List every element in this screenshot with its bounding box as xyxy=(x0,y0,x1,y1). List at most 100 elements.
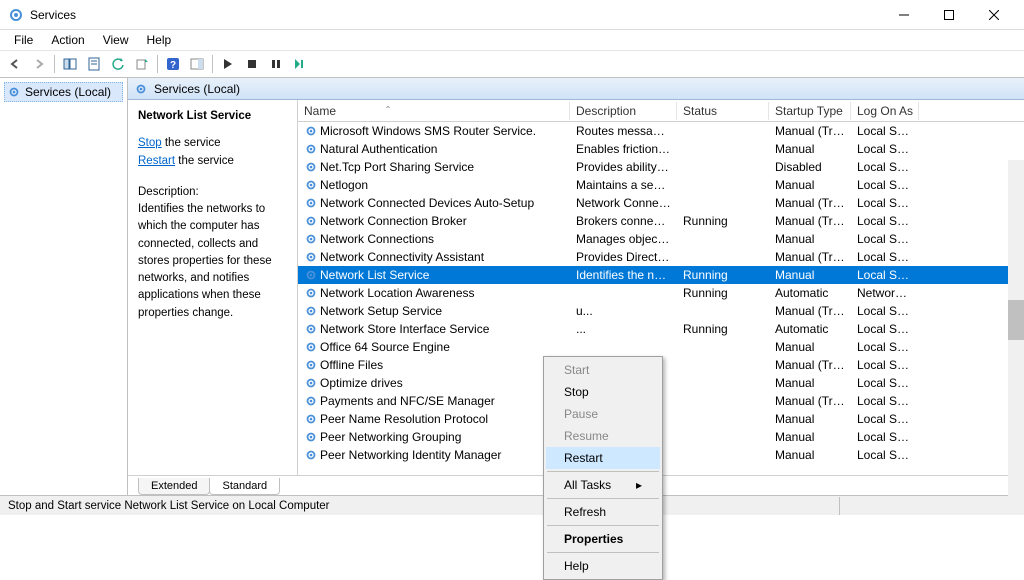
service-logon: Local Serv... xyxy=(851,196,919,210)
service-row[interactable]: Network Setup Serviceu...Manual (Tri...L… xyxy=(298,302,1024,320)
back-button[interactable] xyxy=(4,53,26,75)
service-row[interactable]: Network Connected Devices Auto-SetupNetw… xyxy=(298,194,1024,212)
selected-service-name: Network List Service xyxy=(138,108,287,125)
menu-help[interactable]: Help xyxy=(139,31,180,49)
service-row[interactable]: Network ConnectionsManages objects...Man… xyxy=(298,230,1024,248)
service-name: Peer Networking Identity Manager xyxy=(320,448,501,462)
context-menu-item[interactable]: Stop xyxy=(546,381,660,403)
show-hide-tree-button[interactable] xyxy=(59,53,81,75)
service-logon: Local Serv... xyxy=(851,160,919,174)
tab-standard[interactable]: Standard xyxy=(209,478,280,495)
context-menu-label: All Tasks xyxy=(564,478,611,492)
service-logon: Network ... xyxy=(851,286,919,300)
gear-icon xyxy=(304,232,318,246)
nav-item-services-local[interactable]: Services (Local) xyxy=(4,82,123,102)
context-menu-item[interactable]: Properties xyxy=(546,528,660,550)
col-name[interactable]: Nameˆ xyxy=(298,102,570,120)
pause-service-button[interactable] xyxy=(265,53,287,75)
stop-service-button[interactable] xyxy=(241,53,263,75)
context-menu-item: Start xyxy=(546,359,660,381)
menu-action[interactable]: Action xyxy=(43,31,92,49)
service-row[interactable]: Microsoft Windows SMS Router Service.Rou… xyxy=(298,122,1024,140)
service-name: Network Connected Devices Auto-Setup xyxy=(320,196,534,210)
service-status: Running xyxy=(677,268,769,282)
service-name: Network Location Awareness xyxy=(320,286,475,300)
service-description: Provides DirectAc... xyxy=(570,250,677,264)
restart-service-link-line: Restart the service xyxy=(138,153,287,170)
action-pane-button[interactable] xyxy=(186,53,208,75)
scrollbar-thumb[interactable] xyxy=(1008,300,1024,340)
menu-view[interactable]: View xyxy=(95,31,137,49)
tab-extended[interactable]: Extended xyxy=(138,478,210,495)
service-row[interactable]: Net.Tcp Port Sharing ServiceProvides abi… xyxy=(298,158,1024,176)
service-logon: Local Syst... xyxy=(851,142,919,156)
toolbar-separator xyxy=(157,55,158,73)
service-row[interactable]: Office 64 Source EngineManualLocal Syst.… xyxy=(298,338,1024,356)
context-menu-item[interactable]: Restart xyxy=(546,447,660,469)
col-description[interactable]: Description xyxy=(570,102,677,120)
service-startup: Disabled xyxy=(769,160,851,174)
minimize-button[interactable] xyxy=(881,1,926,29)
gear-icon xyxy=(304,340,318,354)
service-row[interactable]: Network List ServiceIdentifies the net..… xyxy=(298,266,1024,284)
service-startup: Manual xyxy=(769,232,851,246)
context-menu-separator xyxy=(547,498,659,499)
context-menu-item[interactable]: Refresh xyxy=(546,501,660,523)
gear-icon xyxy=(304,160,318,174)
close-button[interactable] xyxy=(971,1,1016,29)
service-logon: Local Syst... xyxy=(851,304,919,318)
context-menu-label: Resume xyxy=(564,429,609,443)
gear-icon xyxy=(304,142,318,156)
export-button[interactable] xyxy=(131,53,153,75)
col-status[interactable]: Status xyxy=(677,102,769,120)
context-menu-item[interactable]: Help xyxy=(546,555,660,577)
service-description: Maintains a secur... xyxy=(570,178,677,192)
window-title: Services xyxy=(30,8,881,22)
service-logon: Local Syst... xyxy=(851,232,919,246)
start-service-button[interactable] xyxy=(217,53,239,75)
submenu-arrow-icon: ▸ xyxy=(636,478,642,492)
service-description: Enables friction-fr... xyxy=(570,142,677,156)
service-name: Natural Authentication xyxy=(320,142,437,156)
stop-service-link[interactable]: Stop xyxy=(138,137,162,149)
service-row[interactable]: Natural Authentication Enables friction-f… xyxy=(298,140,1024,158)
context-menu-item: Resume xyxy=(546,425,660,447)
gear-icon xyxy=(304,250,318,264)
service-row[interactable]: Network Connectivity AssistantProvides D… xyxy=(298,248,1024,266)
gear-icon xyxy=(304,214,318,228)
content-area: Services (Local) Services (Local) Networ… xyxy=(0,78,1024,495)
menu-file[interactable]: File xyxy=(6,31,41,49)
service-row[interactable]: Network Store Interface Service...Runnin… xyxy=(298,320,1024,338)
context-menu-separator xyxy=(547,525,659,526)
gear-icon xyxy=(304,448,318,462)
service-row[interactable]: NetlogonMaintains a secur...ManualLocal … xyxy=(298,176,1024,194)
col-logon[interactable]: Log On As xyxy=(851,102,919,120)
service-startup: Manual (Tri... xyxy=(769,196,851,210)
maximize-button[interactable] xyxy=(926,1,971,29)
service-row[interactable]: Network Location AwarenessRunningAutomat… xyxy=(298,284,1024,302)
refresh-button[interactable] xyxy=(107,53,129,75)
restart-service-link[interactable]: Restart xyxy=(138,155,175,167)
gear-icon xyxy=(304,304,318,318)
service-row[interactable]: Network Connection BrokerBrokers connect… xyxy=(298,212,1024,230)
service-startup: Manual (Tri... xyxy=(769,250,851,264)
help-button[interactable]: ? xyxy=(162,53,184,75)
gear-icon xyxy=(304,394,318,408)
properties-button[interactable] xyxy=(83,53,105,75)
service-logon: Local Syst... xyxy=(851,178,919,192)
service-startup: Manual (Tri... xyxy=(769,214,851,228)
forward-button[interactable] xyxy=(28,53,50,75)
service-startup: Manual (Tri... xyxy=(769,124,851,138)
service-status: Running xyxy=(677,286,769,300)
col-startup[interactable]: Startup Type xyxy=(769,102,851,120)
gear-icon xyxy=(304,178,318,192)
service-logon: Local Serv... xyxy=(851,448,919,462)
restart-service-button[interactable] xyxy=(289,53,311,75)
context-menu-label: Help xyxy=(564,559,589,573)
context-menu-item[interactable]: All Tasks ▸ xyxy=(546,474,660,496)
gear-icon xyxy=(7,85,21,99)
service-name: Network Connection Broker xyxy=(320,214,467,228)
service-startup: Manual xyxy=(769,268,851,282)
service-logon: Local Syst... xyxy=(851,358,919,372)
gear-icon xyxy=(134,82,148,96)
